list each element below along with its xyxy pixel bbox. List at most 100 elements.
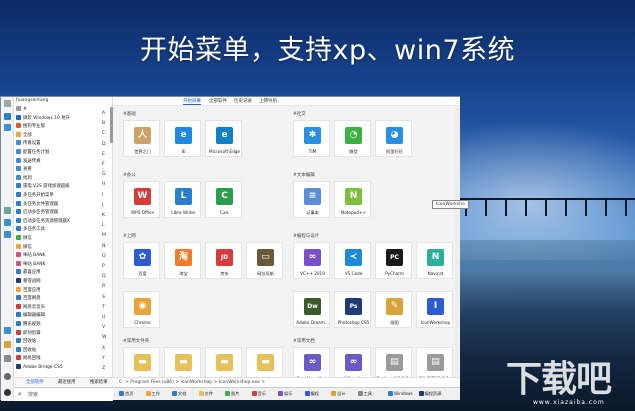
app-tile[interactable]: ✿ 百度: [123, 242, 160, 279]
app-tile[interactable]: N Notepad++: [334, 181, 371, 218]
app-tile[interactable]: e IE: [164, 120, 201, 157]
tab-all-software-top[interactable]: 全部软件: [209, 98, 227, 104]
category-button[interactable]: 工具: [357, 391, 372, 397]
computer-icon[interactable]: [4, 113, 11, 120]
list-item[interactable]: 即刻剪辑: [16, 329, 104, 338]
alphabet-letter[interactable]: M: [102, 233, 106, 238]
list-item[interactable]: 腾讯视频: [16, 321, 104, 329]
app-tile[interactable]: 淘淘宝: [164, 242, 201, 279]
app-tile[interactable]: ▬branches: [246, 347, 283, 377]
alphabet-letter[interactable]: H: [102, 182, 105, 187]
list-item[interactable]: 发送传真: [16, 157, 104, 166]
app-tile[interactable]: C Calc: [205, 181, 242, 218]
app-tile[interactable]: ∞ VC++ 2019: [293, 242, 330, 279]
list-item[interactable]: 微信: [16, 243, 104, 252]
gear-icon[interactable]: [4, 373, 11, 380]
alphabet-letter[interactable]: Q: [102, 274, 106, 279]
app-tile[interactable]: ∞Xfiles.sln: [334, 347, 371, 377]
tab-recent[interactable]: 最近使用: [58, 379, 76, 385]
app-tile[interactable]: Ps Photoshop CS5: [334, 291, 371, 328]
tab-search-results[interactable]: 搜索结果: [90, 379, 108, 385]
category-button[interactable]: 娱乐: [278, 391, 292, 397]
list-item[interactable]: 百度应用: [16, 286, 104, 295]
app-tile[interactable]: ▤ExplorerX 1.1.0...: [375, 347, 413, 377]
alphabet-letter[interactable]: C: [102, 131, 105, 136]
path-text[interactable]: C: > Program Files (x86) > IconWorkshop …: [119, 380, 265, 385]
app-tile[interactable]: ✱ TIM: [293, 120, 330, 157]
alphabet-letter[interactable]: G: [102, 172, 106, 177]
alphabet-letter[interactable]: J: [102, 203, 103, 208]
tab-all-software[interactable]: 全部软件: [26, 379, 44, 385]
list-item[interactable]: 微软 Windows 10 易升: [16, 114, 104, 123]
list-item[interactable]: 搜狗专业版: [16, 123, 104, 131]
app-tile[interactable]: Dw Adobe Dream...: [293, 291, 330, 328]
list-item[interactable]: 配置任务计划: [16, 149, 104, 157]
tab-start-screen[interactable]: 开始屏幕: [183, 98, 201, 105]
tab-web-nav[interactable]: 上网导航: [259, 98, 277, 104]
category-button[interactable]: 音乐: [251, 391, 266, 397]
list-item[interactable]: 多任务文件管理器: [16, 200, 104, 209]
alphabet-letter[interactable]: D: [102, 142, 106, 147]
alphabet-letter[interactable]: K: [102, 213, 105, 218]
app-tile[interactable]: ✎ 画图: [375, 291, 412, 328]
app-tile[interactable]: ▬application: [164, 347, 201, 377]
alphabet-letter[interactable]: E: [102, 152, 105, 157]
list-item[interactable]: 百度网盘: [16, 295, 104, 303]
alphabet-letter[interactable]: N: [102, 244, 105, 249]
alphabet-letter[interactable]: L: [102, 223, 105, 228]
list-item[interactable]: 最喜应用: [16, 269, 104, 277]
list-item[interactable]: 启动多任务管理器: [16, 209, 104, 217]
list-item[interactable]: 网易云音乐: [16, 303, 104, 312]
apps-icon[interactable]: [4, 341, 11, 348]
category-button[interactable]: 文档: [172, 391, 186, 397]
user-icon[interactable]: [4, 100, 11, 107]
app-tile[interactable]: W WPS Office: [123, 181, 160, 218]
alphabet-letter[interactable]: X: [102, 346, 105, 351]
alphabet-letter[interactable]: I: [102, 193, 103, 198]
app-tile[interactable]: N Navicat: [416, 242, 453, 279]
app-tile[interactable]: ▬application: [205, 347, 242, 377]
alphabet-letter[interactable]: V: [102, 325, 105, 330]
settings-icon[interactable]: [4, 327, 11, 334]
list-item[interactable]: 咪咕 BANK: [16, 260, 104, 269]
tools-icon[interactable]: [4, 355, 11, 362]
app-tile[interactable]: ◔ 微信: [334, 120, 371, 157]
category-button[interactable]: 文件: [198, 391, 213, 397]
tab-history[interactable]: 历史记录: [234, 98, 252, 104]
app-tile[interactable]: ▬application: [123, 347, 160, 377]
app-tile[interactable]: ◉ Chrome: [123, 291, 160, 328]
app-tile[interactable]: 人世界之门: [123, 120, 160, 157]
app-tile[interactable]: PC PyCharm: [375, 242, 412, 279]
list-item[interactable]: #: [16, 106, 104, 114]
app-tile[interactable]: ≡ 记事本: [293, 181, 330, 218]
alphabet-letter[interactable]: Z: [102, 366, 105, 371]
alphabet-letter[interactable]: A: [102, 111, 105, 116]
list-item[interactable]: 回收站: [16, 338, 104, 346]
app-tile[interactable]: ◕ 阿里旺旺: [375, 120, 412, 157]
app-tile[interactable]: L Libre Writer: [164, 181, 201, 218]
app-tile[interactable]: I IconWorkshop: [416, 291, 453, 328]
alphabet-letter[interactable]: P: [102, 264, 105, 269]
list-item[interactable]: 网易回线: [16, 355, 104, 363]
list-item[interactable]: 回收站: [16, 346, 104, 355]
list-item[interactable]: 传真设置: [16, 140, 104, 148]
alphabet-letter[interactable]: R: [102, 284, 105, 289]
category-button[interactable]: 图片: [225, 391, 239, 397]
category-button[interactable]: 设计: [331, 391, 345, 397]
app-tile[interactable]: JD 京东: [205, 242, 242, 279]
folder-icon[interactable]: [4, 124, 11, 131]
alphabet-letter[interactable]: U: [102, 315, 105, 320]
list-item[interactable]: 查看: [16, 166, 104, 174]
category-button[interactable]: Windows: [388, 391, 413, 396]
app-tile[interactable]: ∞StartMenuX.sln: [293, 347, 330, 377]
alphabet-letter[interactable]: F: [102, 162, 105, 167]
picture-icon[interactable]: [4, 219, 11, 226]
list-item[interactable]: 咪咕 BANK: [16, 252, 104, 260]
document-icon[interactable]: [4, 207, 11, 214]
category-button[interactable]: 编程: [304, 391, 319, 397]
music-icon[interactable]: [4, 231, 11, 238]
app-tile[interactable]: ▭ 网址导航: [246, 242, 283, 279]
category-button[interactable]: 编程资源: [418, 391, 441, 397]
list-item[interactable]: 编辑器编辑: [16, 312, 104, 320]
alphabet-letter[interactable]: W: [102, 335, 107, 340]
